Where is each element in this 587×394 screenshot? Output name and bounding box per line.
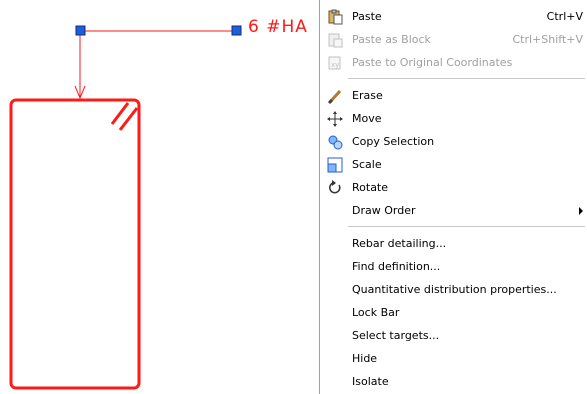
menu-item-draw-order[interactable]: Draw Order (320, 199, 587, 222)
rebar-stirrup-shape[interactable] (9, 98, 141, 390)
menu-item-scale[interactable]: Scale (320, 153, 587, 176)
drawing-svg (9, 25, 242, 390)
menu-item-label: Draw Order (352, 204, 416, 217)
menu-item-lock-bar[interactable]: Lock Bar (320, 301, 587, 324)
menu-item-label: Paste as Block (352, 33, 431, 46)
eraser-brush-icon (326, 87, 344, 105)
svg-text:xy: xy (331, 61, 339, 69)
menu-item-label: Paste to Original Coordinates (352, 56, 513, 69)
menu-item-label: Isolate (352, 375, 389, 388)
menu-item-paste[interactable]: Paste Ctrl+V (320, 5, 587, 28)
menu-item-quantitative-distribution[interactable]: Quantitative distribution properties... (320, 278, 587, 301)
menu-item-copy-selection[interactable]: Copy Selection (320, 130, 587, 153)
menu-item-rebar-detailing[interactable]: Rebar detailing... (320, 232, 587, 255)
menu-item-paste-original-coords[interactable]: xy Paste to Original Coordinates (320, 51, 587, 74)
grip-handle-right[interactable] (231, 25, 242, 36)
menu-item-label: Find definition... (352, 260, 441, 273)
menu-item-label: Quantitative distribution properties... (352, 283, 557, 296)
drawing-canvas[interactable]: 6 #HA (0, 0, 320, 394)
menu-item-move[interactable]: Move (320, 107, 587, 130)
menu-item-label: Scale (352, 158, 382, 171)
copy-selection-icon (326, 133, 344, 151)
menu-item-label: Rotate (352, 181, 389, 194)
paste-original-coords-icon: xy (326, 54, 344, 72)
menu-separator (348, 226, 585, 227)
submenu-arrow-icon (579, 207, 583, 215)
menu-item-shortcut: Ctrl+Shift+V (512, 33, 583, 46)
menu-item-shortcut: Ctrl+V (546, 10, 583, 23)
menu-item-erase[interactable]: Erase (320, 84, 587, 107)
menu-item-hide[interactable]: Hide (320, 347, 587, 370)
menu-item-label: Copy Selection (352, 135, 435, 148)
menu-item-label: Hide (352, 352, 378, 365)
menu-item-label: Lock Bar (352, 306, 400, 319)
scale-icon (326, 156, 344, 174)
context-menu: Paste Ctrl+V Paste as Block Ctrl+Shift+V… (319, 0, 587, 394)
menu-item-select-targets[interactable]: Select targets... (320, 324, 587, 347)
menu-item-paste-as-block[interactable]: Paste as Block Ctrl+Shift+V (320, 28, 587, 51)
menu-item-label: Erase (352, 89, 383, 102)
menu-separator (348, 78, 585, 79)
paste-block-icon (326, 31, 344, 49)
rotate-icon (326, 179, 344, 197)
menu-item-label: Rebar detailing... (352, 237, 447, 250)
grip-handle-left[interactable] (75, 25, 86, 36)
rebar-mark-label[interactable]: 6 #HA (248, 17, 308, 37)
menu-item-rotate[interactable]: Rotate (320, 176, 587, 199)
clipboard-paste-icon (326, 8, 344, 26)
move-arrows-icon (326, 110, 344, 128)
menu-item-isolate[interactable]: Isolate (320, 370, 587, 393)
menu-item-label: Move (352, 112, 382, 125)
menu-item-label: Select targets... (352, 329, 440, 342)
menu-item-label: Paste (352, 10, 382, 23)
menu-item-find-definition[interactable]: Find definition... (320, 255, 587, 278)
